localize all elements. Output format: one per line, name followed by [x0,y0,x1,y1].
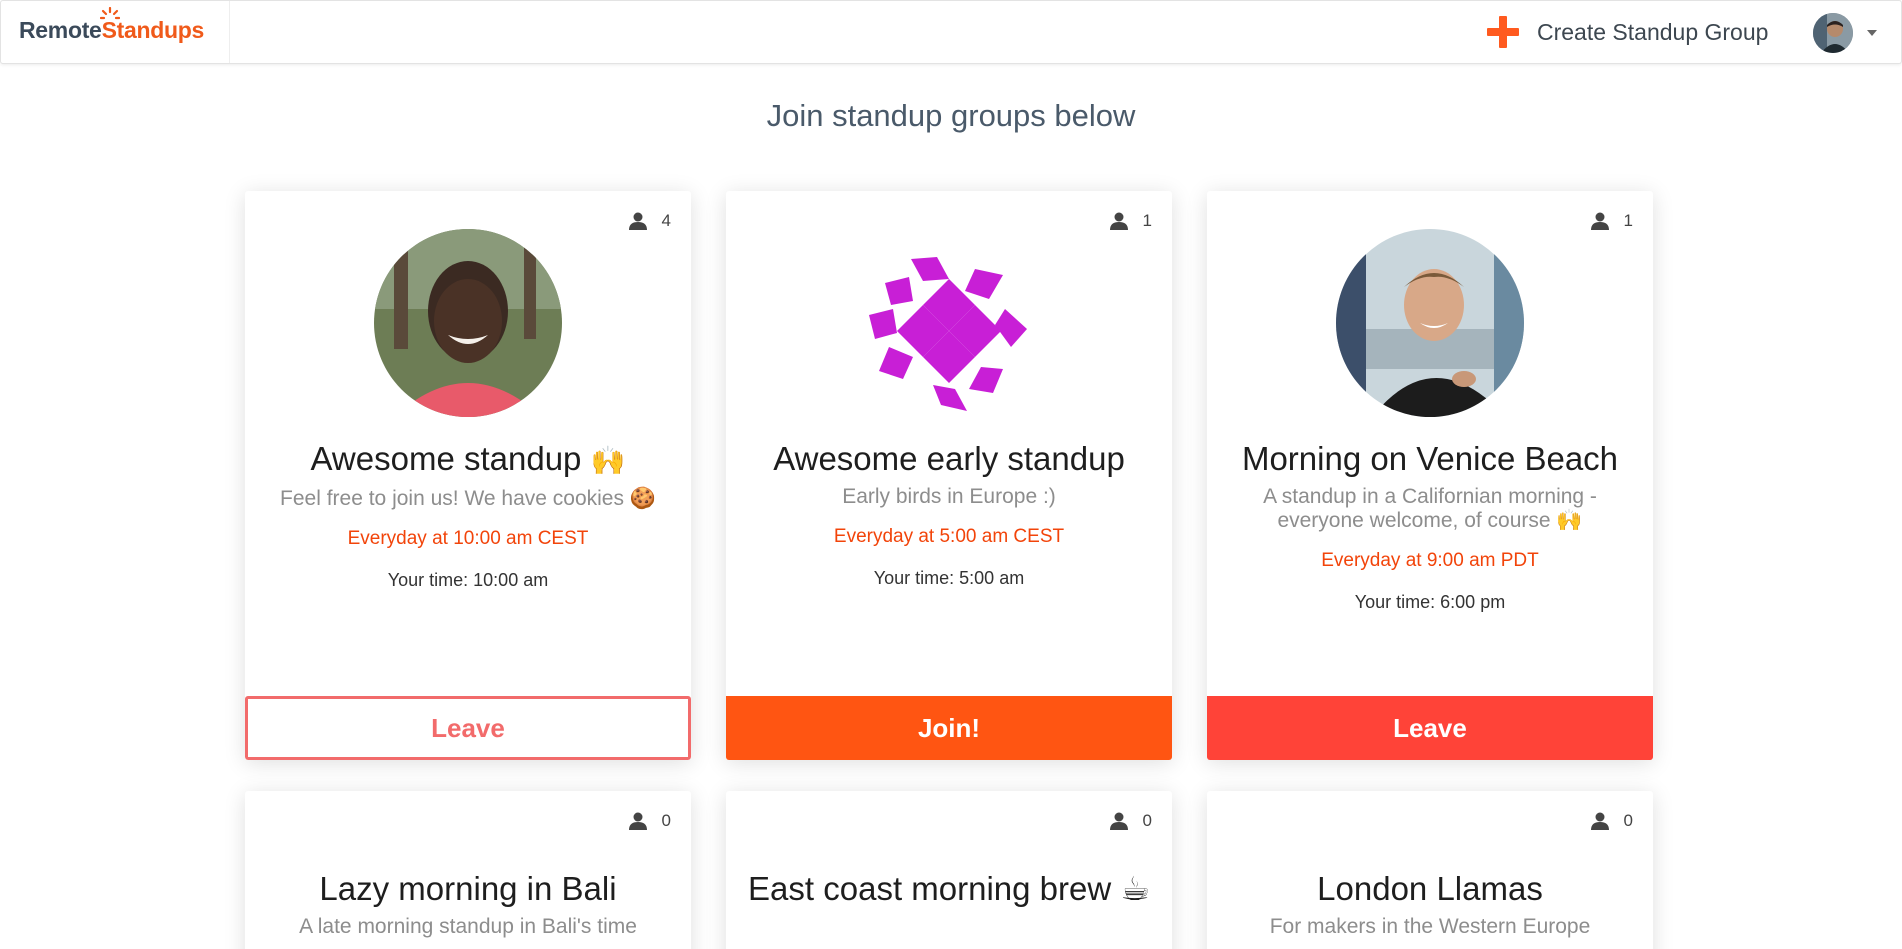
logo-divider [229,1,230,63]
group-avatar [1336,229,1524,417]
logo-standups-text: Standups [99,7,204,43]
card-body: Awesome standup 🙌 Feel free to join us! … [265,439,671,591]
standup-card: 0 Lazy morning in Bali A late morning st… [245,791,691,949]
card-body: Lazy morning in Bali A late morning stan… [265,869,671,939]
card-schedule: Everyday at 9:00 am PDT [1321,550,1539,571]
member-count: 1 [1590,211,1633,231]
top-navbar: Remote Standups Create Standup Group [0,0,1902,64]
member-count-value: 1 [1623,211,1633,230]
card-title: Lazy morning in Bali [319,870,617,907]
logo-remote-text: Remote [19,17,102,43]
standup-card: 0 London Llamas For makers in the Wester… [1207,791,1653,949]
plus-icon [1487,16,1519,48]
standup-card: 4 Awesome standup 🙌 Feel free to join us… [245,191,691,760]
card-description: For makers in the Western Europe [1269,915,1591,938]
card-your-time: Your time: 6:00 pm [1354,592,1506,612]
join-button[interactable]: Join! [726,696,1172,760]
member-count: 4 [628,211,671,231]
user-icon [1590,212,1609,230]
raised-hands-emoji: 🙌 [590,444,626,477]
chevron-down-icon[interactable] [1867,30,1877,36]
member-count: 1 [1109,211,1152,231]
member-count-value: 1 [1142,211,1152,230]
create-standup-group-button[interactable]: Create Standup Group [1487,15,1768,49]
user-icon [1109,812,1128,830]
leave-button[interactable]: Leave [1207,696,1653,760]
card-body: London Llamas For makers in the Western … [1227,869,1633,939]
user-icon [1590,812,1609,830]
card-schedule: Everyday at 10:00 am CEST [347,528,589,549]
card-description: Early birds in Europe :) [842,485,1056,508]
sun-icon [99,7,120,20]
card-title: Awesome early standup [773,440,1125,477]
member-count: 0 [1109,811,1152,831]
card-title: London Llamas [1317,870,1543,907]
card-description: Feel free to join us! We have cookies 🍪 [280,487,656,510]
leave-button[interactable]: Leave [245,696,691,760]
card-description: A late morning standup in Bali's time [299,915,637,938]
member-count-value: 0 [1142,811,1152,830]
group-avatar [374,229,562,417]
member-count: 0 [628,811,671,831]
member-count-value: 0 [661,811,671,830]
avatar-photo [1813,13,1853,53]
user-icon [628,212,647,230]
page-title: Join standup groups below [766,98,1136,133]
create-standup-group-label: Create Standup Group [1537,18,1769,45]
logo[interactable]: Remote Standups [19,7,204,44]
group-avatar-pattern [855,229,1043,417]
card-description: A standup in a Californian morning - eve… [1263,485,1597,532]
standup-card: 0 East coast morning brew ☕ [726,791,1172,949]
member-count-value: 0 [1623,811,1633,830]
standup-card: 1 Morning on Venice Beach A standup in a… [1207,191,1653,760]
card-body: East coast morning brew ☕ [746,869,1152,909]
member-count-value: 4 [661,211,671,230]
standup-card: 1 Awesome early standup Early birds in E… [726,191,1172,760]
user-icon [628,812,647,830]
card-your-time: Your time: 5:00 am [873,568,1025,588]
card-body: Awesome early standup Early birds in Eur… [746,439,1152,589]
card-title: East coast morning brew ☕ [748,870,1150,907]
user-avatar[interactable] [1813,13,1853,53]
card-body: Morning on Venice Beach A standup in a C… [1227,439,1633,613]
card-title: Morning on Venice Beach [1241,440,1619,477]
card-schedule: Everyday at 5:00 am CEST [833,526,1065,547]
card-title: Awesome standup 🙌 [310,440,626,477]
user-icon [1109,212,1128,230]
member-count: 0 [1590,811,1633,831]
card-your-time: Your time: 10:00 am [387,570,549,590]
